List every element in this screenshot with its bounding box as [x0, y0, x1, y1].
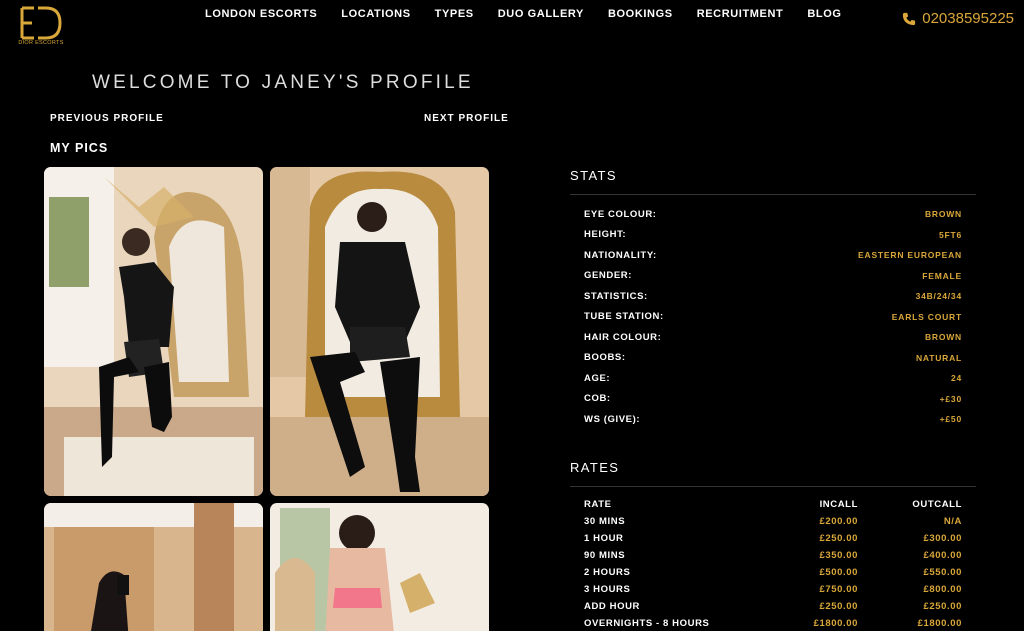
rate-row: 1 HOUR £250.00 £300.00	[584, 530, 962, 547]
rate-label: ADD HOUR	[584, 601, 640, 612]
stat-row: AGE: 24	[584, 368, 962, 389]
rate-label: OVERNIGHTS - 8 HOURS	[584, 618, 710, 629]
rate-row: 30 MINS £200.00 N/A	[584, 513, 962, 530]
stat-value: 24	[950, 373, 962, 384]
divider	[570, 194, 976, 195]
main-nav: LONDON ESCORTS LOCATIONS TYPES DUO GALLE…	[205, 8, 866, 20]
rates-header-row: RATE INCALL OUTCALL	[584, 496, 962, 513]
rate-incall: £500.00	[819, 567, 858, 578]
rates-table: RATE INCALL OUTCALL 30 MINS £200.00 N/A 1 …	[584, 496, 962, 631]
rates-heading: RATES	[570, 460, 620, 475]
stat-label: GENDER:	[584, 270, 633, 282]
stat-label: AGE:	[584, 372, 611, 384]
stat-label: EYE COLOUR:	[584, 208, 657, 220]
nav-types[interactable]: TYPES	[435, 8, 474, 20]
rate-outcall: £250.00	[923, 601, 962, 612]
logo-mark-icon	[20, 6, 62, 40]
stat-value: EARLS COURT	[891, 311, 962, 322]
rate-incall: £250.00	[819, 533, 858, 544]
stat-row: GENDER: FEMALE	[584, 266, 962, 287]
stat-value: FEMALE	[922, 270, 962, 281]
stat-label: HEIGHT:	[584, 229, 627, 241]
nav-recruitment[interactable]: RECRUITMENT	[697, 8, 784, 20]
rate-label: 3 HOURS	[584, 584, 631, 595]
nav-london-escorts[interactable]: LONDON ESCORTS	[205, 8, 317, 20]
next-profile-link[interactable]: NEXT PROFILE	[424, 113, 509, 124]
phone-link[interactable]: 02038595225	[902, 10, 1014, 27]
stat-value: NATURAL	[915, 352, 962, 363]
stat-row: HEIGHT: 5FT6	[584, 225, 962, 246]
stat-label: NATIONALITY:	[584, 249, 657, 261]
stat-row: HAIR COLOUR: BROWN	[584, 327, 962, 348]
nav-bookings[interactable]: BOOKINGS	[608, 8, 673, 20]
stat-row: COB: +£30	[584, 389, 962, 410]
incall-column-header: INCALL	[819, 499, 858, 510]
gallery-photo-2[interactable]	[270, 167, 489, 496]
rate-column-header: RATE	[584, 499, 612, 510]
stat-value: EASTERN EUROPEAN	[858, 250, 962, 261]
rate-incall: £250.00	[819, 601, 858, 612]
rate-outcall: £400.00	[923, 550, 962, 561]
divider	[570, 486, 976, 487]
gallery-photo-3[interactable]	[44, 503, 263, 631]
stat-row: NATIONALITY: EASTERN EUROPEAN	[584, 245, 962, 266]
previous-profile-link[interactable]: PREVIOUS PROFILE	[50, 113, 164, 124]
phone-icon	[903, 12, 916, 25]
nav-blog[interactable]: BLOG	[807, 8, 841, 20]
rate-row: 90 MINS £350.00 £400.00	[584, 547, 962, 564]
stat-label: STATISTICS:	[584, 290, 648, 302]
rate-row: OVERNIGHTS - 8 HOURS £1800.00 £1800.00	[584, 615, 962, 631]
stat-value: +£50	[939, 414, 962, 425]
stats-heading: STATS	[570, 168, 617, 183]
stat-value: BROWN	[924, 332, 962, 343]
rate-row: 2 HOURS £500.00 £550.00	[584, 564, 962, 581]
rate-row: ADD HOUR £250.00 £250.00	[584, 598, 962, 615]
stat-label: TUBE STATION:	[584, 311, 664, 323]
stat-value: BROWN	[924, 209, 962, 220]
stat-label: WS (GIVE):	[584, 413, 641, 425]
stat-row: TUBE STATION: EARLS COURT	[584, 307, 962, 328]
phone-number: 02038595225	[922, 10, 1014, 27]
stat-label: HAIR COLOUR:	[584, 331, 662, 343]
stat-row: STATISTICS: 34B/24/34	[584, 286, 962, 307]
rate-outcall: £800.00	[923, 584, 962, 595]
rate-incall: £200.00	[819, 516, 858, 527]
rate-outcall: £300.00	[923, 533, 962, 544]
gallery-photo-1[interactable]	[44, 167, 263, 496]
rate-row: 3 HOURS £750.00 £800.00	[584, 581, 962, 598]
site-logo[interactable]: DIOR ESCORTS	[18, 4, 64, 48]
gallery-photo-4[interactable]	[270, 503, 489, 631]
page-title: WELCOME TO JANEY'S PROFILE	[92, 72, 474, 93]
rate-outcall: N/A	[943, 516, 962, 527]
stat-value: 34B/24/34	[915, 291, 962, 302]
rate-label: 30 MINS	[584, 516, 626, 527]
rate-label: 90 MINS	[584, 550, 626, 561]
stat-row: BOOBS: NATURAL	[584, 348, 962, 369]
nav-locations[interactable]: LOCATIONS	[341, 8, 410, 20]
stat-row: WS (GIVE): +£50	[584, 409, 962, 430]
stat-value: 5FT6	[938, 229, 962, 240]
rate-incall: £1800.00	[813, 618, 858, 629]
outcall-column-header: OUTCALL	[912, 499, 962, 510]
stat-value: +£30	[939, 393, 962, 404]
stat-label: COB:	[584, 393, 611, 405]
rate-incall: £350.00	[819, 550, 858, 561]
rate-label: 1 HOUR	[584, 533, 624, 544]
stats-table: EYE COLOUR: BROWN HEIGHT: 5FT6 NATIONALITY…	[584, 204, 962, 430]
stat-row: EYE COLOUR: BROWN	[584, 204, 962, 225]
pics-heading: MY PICS	[50, 141, 109, 155]
rate-outcall: £550.00	[923, 567, 962, 578]
nav-duo-gallery[interactable]: DUO GALLERY	[498, 8, 584, 20]
rate-outcall: £1800.00	[917, 618, 962, 629]
rate-label: 2 HOURS	[584, 567, 631, 578]
rate-incall: £750.00	[819, 584, 858, 595]
stat-label: BOOBS:	[584, 352, 626, 364]
logo-text: DIOR ESCORTS	[18, 40, 64, 46]
